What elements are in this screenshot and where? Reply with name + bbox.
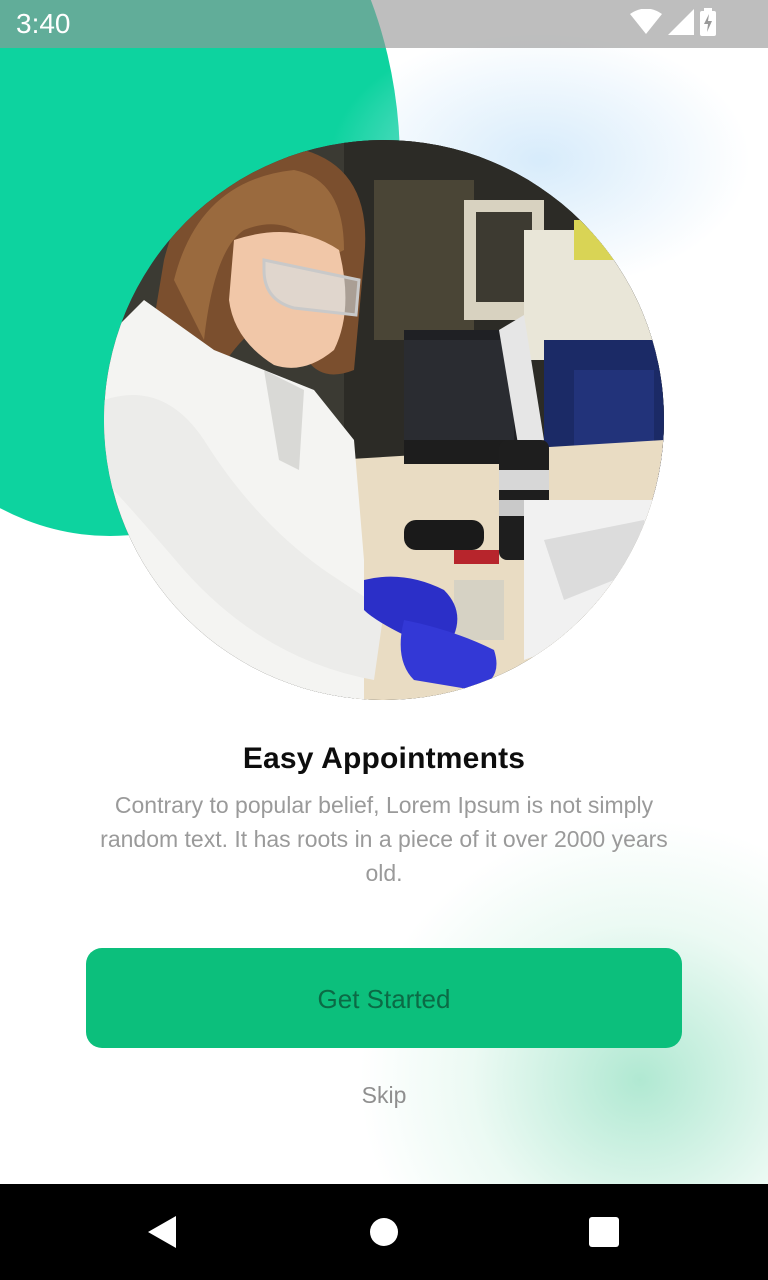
status-time: 3:40 [16,8,71,39]
battery-charging-icon [700,7,716,41]
onboarding-title: Easy Appointments [242,742,526,775]
recents-icon[interactable] [580,1208,628,1256]
hero-photo [104,140,664,700]
get-started-button[interactable]: Get Started [86,948,682,1048]
onboarding-screen: 3:40 Easy Appointments Contrary to popul… [0,0,768,1280]
home-icon[interactable] [360,1208,408,1256]
onboarding-description: Contrary to popular belief, Lorem Ipsum … [100,792,668,886]
cellular-signal-icon [668,8,694,40]
skip-button[interactable]: Skip [0,1082,768,1109]
status-bar: 3:40 [0,0,768,48]
wifi-icon [630,8,662,40]
status-icons [630,7,716,41]
navigation-bar [0,1184,768,1280]
back-icon[interactable] [140,1208,188,1256]
